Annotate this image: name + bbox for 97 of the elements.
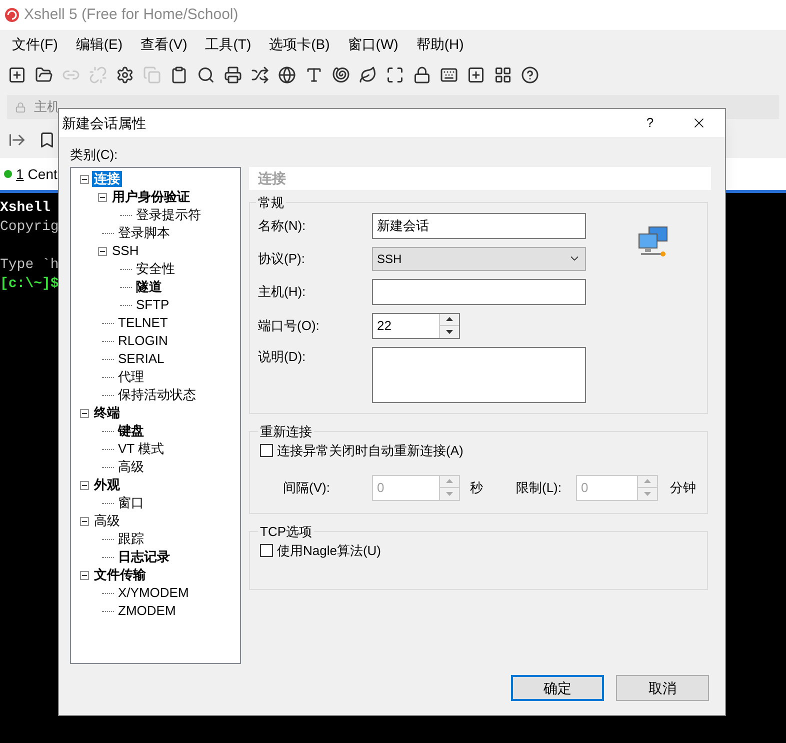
host-field[interactable] — [372, 278, 586, 304]
folder-icon[interactable] — [35, 66, 53, 84]
group-title: 重新连接 — [259, 422, 313, 440]
globe-icon[interactable] — [278, 66, 296, 84]
spiral-icon[interactable] — [332, 66, 350, 84]
tree-item[interactable]: 键盘 — [116, 423, 146, 439]
tree-item[interactable]: 外观 — [92, 477, 122, 493]
dialog-button[interactable]: 确定 — [511, 675, 604, 701]
tree-item[interactable]: 高级 — [92, 513, 122, 529]
unit-label: 分钟 — [670, 478, 696, 497]
shuffle-icon[interactable] — [251, 66, 269, 84]
terminal-line: [c:\~]$ — [0, 275, 59, 294]
menu-item[interactable]: 查看(V) — [136, 34, 192, 54]
lock-icon — [15, 102, 26, 112]
tree-item[interactable]: 隧道 — [134, 279, 164, 295]
group-title: 常规 — [257, 194, 285, 212]
layout-icon[interactable] — [494, 66, 512, 84]
collapse-icon[interactable] — [80, 480, 89, 490]
tree-item[interactable]: 跟踪 — [116, 531, 146, 547]
field-label: 说明(D): — [258, 348, 307, 366]
down-arrow-icon — [446, 330, 453, 334]
clipboard-icon[interactable] — [170, 66, 188, 84]
down-arrow-icon — [644, 492, 651, 496]
printer-icon[interactable] — [224, 66, 242, 84]
gear-icon[interactable] — [116, 66, 134, 84]
terminal-line: Xshell — [0, 199, 50, 218]
field-label: 名称(N): — [258, 216, 307, 235]
font-icon[interactable] — [305, 66, 323, 84]
help-icon[interactable] — [521, 66, 539, 84]
session-tab[interactable]: 1 Cent — [0, 164, 58, 184]
bookmark-icon[interactable] — [38, 131, 56, 149]
tree-item[interactable]: RLOGIN — [116, 333, 170, 349]
tree-item[interactable]: SFTP — [134, 297, 172, 313]
leaf-icon[interactable] — [359, 66, 377, 84]
tree-item[interactable]: ZMODEM — [116, 603, 178, 619]
category-label: 类别(C): — [70, 146, 119, 164]
terminal-line: Copyrig — [0, 218, 59, 237]
tree-item[interactable]: 文件传输 — [92, 567, 148, 583]
menu-item[interactable]: 工具(T) — [201, 34, 256, 54]
window-title: Xshell 5 (Free for Home/School) — [24, 4, 238, 25]
tree-item[interactable]: VT 模式 — [116, 441, 166, 457]
tree-item[interactable]: TELNET — [116, 315, 170, 331]
checkbox-label: 连接异常关闭时自动重新连接(A) — [277, 442, 464, 460]
section-header: 连接 — [249, 167, 711, 190]
tree-item[interactable]: 连接 — [92, 171, 122, 187]
terminal-line: Type `h — [0, 256, 59, 275]
tree-item[interactable]: 日志记录 — [116, 549, 172, 565]
field-label: 限制(L): — [516, 478, 562, 497]
collapse-icon[interactable] — [98, 246, 107, 256]
name-field[interactable]: 新建会话 — [372, 212, 586, 238]
port-spinner[interactable]: 22 — [372, 312, 460, 338]
up-arrow-icon — [446, 479, 453, 484]
send-icon[interactable] — [8, 131, 26, 149]
up-arrow-icon — [644, 479, 651, 484]
keyboard-icon[interactable] — [440, 66, 458, 84]
field-label: 间隔(V): — [283, 478, 331, 497]
fullscreen-icon[interactable] — [386, 66, 404, 84]
field-label: 协议(P): — [258, 250, 306, 268]
plus-box-icon[interactable] — [467, 66, 485, 84]
tree-item[interactable]: 安全性 — [134, 261, 177, 277]
unit-label: 秒 — [470, 478, 484, 497]
tree-item[interactable]: 高级 — [116, 459, 146, 475]
checkbox[interactable] — [260, 544, 273, 558]
new-session-icon[interactable] — [8, 66, 26, 84]
checkbox-label: 使用Nagle算法(U) — [277, 542, 382, 560]
tree-item[interactable]: 登录脚本 — [116, 225, 172, 241]
menu-item[interactable]: 窗口(W) — [344, 34, 402, 54]
tree-item[interactable]: X/YMODEM — [116, 585, 191, 601]
search-icon[interactable] — [197, 66, 215, 84]
field-label: 主机(H): — [258, 282, 307, 301]
group-title: TCP选项 — [259, 522, 313, 540]
tree-item[interactable]: 窗口 — [116, 495, 146, 511]
lock-icon[interactable] — [413, 66, 431, 84]
tree-item[interactable]: 用户身份验证 — [110, 189, 192, 205]
menu-item[interactable]: 帮助(H) — [412, 34, 468, 54]
field-label: 端口号(O): — [258, 316, 320, 335]
tree-item[interactable]: 保持活动状态 — [116, 387, 198, 403]
collapse-icon[interactable] — [80, 570, 89, 580]
down-arrow-icon — [446, 492, 453, 496]
up-arrow-icon — [446, 317, 453, 322]
menu-item[interactable]: 编辑(E) — [72, 34, 127, 54]
tree-item[interactable]: 代理 — [116, 369, 146, 385]
tree-item[interactable]: SERIAL — [116, 351, 166, 367]
menu-item[interactable]: 文件(F) — [8, 34, 62, 54]
collapse-icon[interactable] — [80, 516, 89, 526]
dialog-button[interactable]: 取消 — [616, 675, 709, 701]
collapse-icon[interactable] — [80, 174, 89, 184]
checkbox[interactable] — [260, 444, 273, 458]
collapse-icon[interactable] — [80, 408, 89, 418]
menu-item[interactable]: 选项卡(B) — [265, 34, 334, 54]
tree-item[interactable]: 登录提示符 — [134, 207, 203, 223]
app-logo-icon — [4, 7, 20, 23]
protocol-dropdown[interactable]: SSH — [372, 246, 586, 270]
tree-item[interactable]: SSH — [110, 243, 141, 259]
description-field[interactable] — [372, 346, 586, 402]
collapse-icon[interactable] — [98, 192, 107, 202]
tree-item[interactable]: 终端 — [92, 405, 122, 421]
